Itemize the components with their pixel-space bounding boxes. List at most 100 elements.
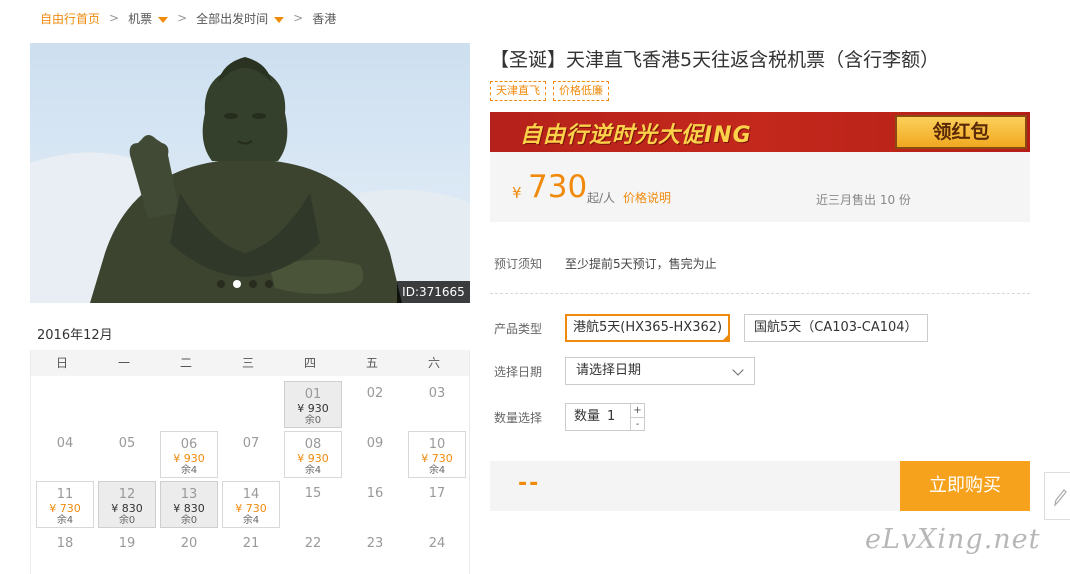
breadcrumb-time-dropdown[interactable]: 全部出发时间	[196, 10, 285, 27]
decrement-button[interactable]: -	[631, 417, 644, 430]
quantity-prefix: 数量	[574, 409, 601, 424]
carousel-dot[interactable]	[265, 280, 273, 288]
quantity-stepper[interactable]: + -	[630, 403, 645, 431]
buy-bar: -- 立即购买	[490, 461, 1030, 511]
day-number: 18	[56, 536, 74, 551]
promo-banner[interactable]: 自由行逆时光大促ING 领红包	[490, 112, 1030, 152]
calendar-day[interactable]: 11 ¥ 730 余4	[36, 481, 94, 528]
date-select[interactable]: 请选择日期	[565, 357, 755, 385]
day-number: 16	[366, 486, 384, 501]
quantity-label: 数量选择	[494, 411, 543, 425]
day-number: 05	[118, 436, 136, 451]
price-box: ¥ 730 起/人 价格说明 近三月售出 10 份	[490, 152, 1030, 222]
day-stock: 余4	[428, 465, 446, 476]
calendar-day: 17	[408, 481, 466, 528]
calendar-day: 02	[346, 381, 404, 428]
day-number: 14	[242, 487, 260, 502]
calendar-day: 20	[160, 531, 218, 574]
day-number: 01	[304, 387, 322, 402]
day-number: 15	[304, 486, 322, 501]
day-number: 23	[366, 536, 384, 551]
date-label: 选择日期	[494, 365, 543, 379]
calendar-day[interactable]: 12 ¥ 830 余0	[98, 481, 156, 528]
price-unit: 起/人	[587, 191, 616, 205]
calendar-day[interactable]: 08 ¥ 930 余4	[284, 431, 342, 478]
feedback-tab[interactable]	[1044, 472, 1070, 520]
product-photo[interactable]: ID:371665	[30, 43, 470, 303]
currency-symbol: ¥	[512, 184, 522, 202]
calendar-day: 03	[408, 381, 466, 428]
calendar-day[interactable]: 10 ¥ 730 余4	[408, 431, 466, 478]
day-stock: 余0	[304, 415, 322, 426]
breadcrumb-category-dropdown[interactable]: 机票	[128, 10, 169, 27]
increment-button[interactable]: +	[631, 404, 644, 417]
watermark: eLvXing.net	[865, 524, 1041, 555]
notice-label: 预订须知	[494, 257, 543, 271]
calendar-day: 15	[284, 481, 342, 528]
day-stock: 余4	[304, 465, 322, 476]
day-price: ¥ 930	[297, 452, 329, 465]
calendar-day[interactable]: 06 ¥ 930 余4	[160, 431, 218, 478]
day-price: ¥ 730	[235, 502, 267, 515]
calendar-day: 19	[98, 531, 156, 574]
total-price: --	[518, 471, 541, 496]
day-price: ¥ 730	[421, 452, 453, 465]
calendar-day[interactable]: 13 ¥ 830 余0	[160, 481, 218, 528]
day-price: ¥ 930	[173, 452, 205, 465]
carousel-dot-active[interactable]	[233, 280, 241, 288]
day-number: 07	[242, 436, 260, 451]
day-number: 08	[304, 437, 322, 452]
weekday-sun: 日	[55, 356, 68, 370]
calendar-day: 05	[98, 431, 156, 478]
day-number: 02	[366, 386, 384, 401]
photo-id-label: ID:371665	[397, 281, 470, 303]
option-hx-label: 港航5天(HX365-HX362)	[573, 320, 723, 335]
calendar-header: 2016年12月	[30, 318, 470, 353]
day-number: 09	[366, 436, 384, 451]
quantity-input[interactable]: 数量 1	[565, 403, 631, 431]
promo-banner-text: 自由行逆时光大促ING	[520, 123, 752, 148]
option-hx[interactable]: 港航5天(HX365-HX362)	[565, 314, 731, 342]
selected-corner-icon	[721, 333, 731, 342]
day-stock: 余4	[242, 515, 260, 526]
day-number: 10	[428, 437, 446, 452]
day-number: 22	[304, 536, 322, 551]
sold-count: 近三月售出 10 份	[816, 193, 911, 207]
calendar-day: 21	[222, 531, 280, 574]
day-stock: 余4	[56, 515, 74, 526]
calendar-day: 24	[408, 531, 466, 574]
day-number: 06	[180, 437, 198, 452]
chevron-down-icon	[732, 364, 744, 376]
red-packet-button[interactable]: 领红包	[895, 115, 1027, 149]
price-calendar: 日 一 二 三 四 五 六 01 ¥ 930 余0 02 03 04 05 06…	[30, 350, 470, 574]
quantity-value: 1	[607, 409, 616, 424]
calendar-day[interactable]: 14 ¥ 730 余4	[222, 481, 280, 528]
day-number: 11	[56, 487, 74, 502]
breadcrumb-destination: 香港	[312, 11, 337, 26]
breadcrumb-category-label: 机票	[128, 11, 153, 26]
calendar-day: 23	[346, 531, 404, 574]
weekday-sat: 六	[427, 356, 440, 370]
caret-down-icon	[274, 16, 285, 23]
price-explain-link[interactable]: 价格说明	[623, 189, 671, 206]
buddha-statue-image	[30, 57, 470, 303]
weekday-row: 日 一 二 三 四 五 六	[31, 350, 469, 376]
day-number: 04	[56, 436, 74, 451]
buy-now-button[interactable]: 立即购买	[900, 461, 1030, 511]
calendar-day: 09	[346, 431, 404, 478]
day-stock: 余4	[180, 465, 198, 476]
day-number: 13	[180, 487, 198, 502]
calendar-month[interactable]: 2016年12月	[37, 324, 113, 343]
carousel-dot[interactable]	[249, 280, 257, 288]
calendar-day: 04	[36, 431, 94, 478]
calendar-day: 16	[346, 481, 404, 528]
breadcrumb-home-link[interactable]: 自由行首页	[40, 10, 100, 27]
weekday-mon: 一	[117, 356, 130, 370]
carousel-dot[interactable]	[217, 280, 225, 288]
option-ca[interactable]: 国航5天（CA103-CA104）	[744, 314, 928, 342]
day-price: ¥ 930	[297, 402, 329, 415]
day-number: 20	[180, 536, 198, 551]
day-price: ¥ 830	[173, 502, 205, 515]
day-number: 17	[428, 486, 446, 501]
calendar-day[interactable]: 01 ¥ 930 余0	[284, 381, 342, 428]
